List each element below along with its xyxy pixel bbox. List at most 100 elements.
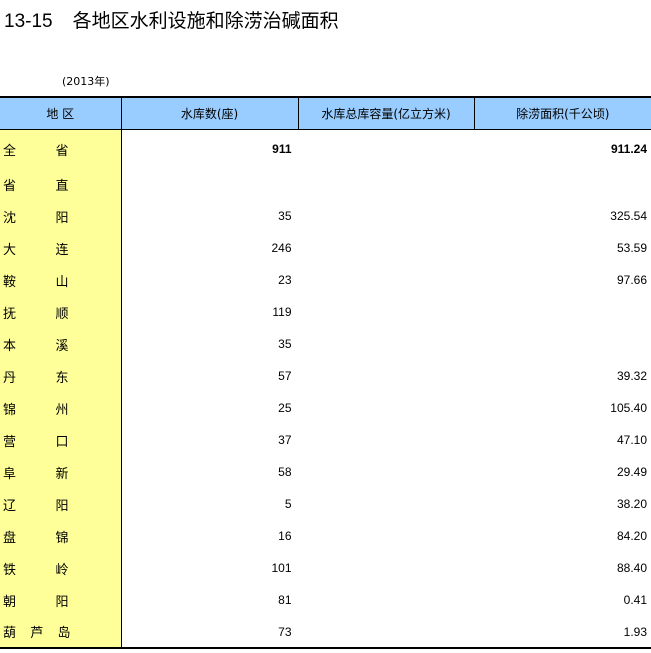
region-label: 锦州 <box>0 399 121 418</box>
capacity-cell <box>298 200 475 232</box>
table-row: 朝阳 81 0.41 <box>0 584 651 616</box>
region-char: 岭 <box>55 562 69 578</box>
region-cell: 全省 <box>0 129 122 168</box>
region-label: 盘锦 <box>0 527 121 546</box>
capacity-cell <box>298 520 475 552</box>
region-label: 丹东 <box>0 367 121 386</box>
drainage-cell: 47.10 <box>616 433 647 447</box>
capacity-cell <box>298 552 475 584</box>
region-label: 营口 <box>0 431 121 450</box>
table-row: 葫芦岛 73 1.93 <box>0 616 651 649</box>
reservoirs-cell: 37 <box>121 424 299 456</box>
capacity-cell <box>298 264 475 296</box>
region-label: 抚顺 <box>0 303 121 322</box>
reservoirs-cell: 25 <box>121 392 299 424</box>
table-body: 全省 911 911.24 省直沈阳 35 325.54 大连 246 53.59 鞍山 23 97.… <box>0 129 651 649</box>
region-char: 溪 <box>55 338 69 354</box>
region-char: 东 <box>55 370 69 386</box>
region-char: 阜 <box>3 466 17 482</box>
region-char: 本 <box>3 338 17 354</box>
region-char: 辽 <box>3 498 17 514</box>
reservoirs-cell: 119 <box>121 296 299 328</box>
region-label: 葫芦岛 <box>0 622 121 641</box>
region-cell: 大连 <box>0 232 122 264</box>
region-char: 阳 <box>55 498 69 514</box>
capacity-cell <box>298 424 475 456</box>
reservoirs-cell: 5 <box>121 488 299 520</box>
region-label: 全省 <box>0 140 121 159</box>
reservoirs-cell: 911 <box>121 129 299 168</box>
drainage-cell: 84.20 <box>616 529 647 543</box>
drainage-cell: 39.32 <box>616 369 647 383</box>
drainage-cell: 88.40 <box>616 561 647 575</box>
drainage-cell: 97.66 <box>616 273 647 287</box>
region-cell: 锦州 <box>0 392 122 424</box>
capacity-cell <box>298 296 475 328</box>
region-char: 口 <box>55 434 69 450</box>
capacity-cell <box>298 616 475 649</box>
drainage-cell: 325.54 <box>610 209 647 223</box>
region-char: 新 <box>55 466 69 482</box>
table-row: 丹东 57 39.32 <box>0 360 651 392</box>
drainage-cell <box>474 328 651 360</box>
region-char: 岛 <box>57 626 71 641</box>
region-cell: 阜新 <box>0 456 122 488</box>
region-label: 本溪 <box>0 335 121 354</box>
reservoirs-cell: 101 <box>121 552 299 584</box>
reservoirs-cell: 246 <box>121 232 299 264</box>
table-row: 辽阳 5 38.20 <box>0 488 651 520</box>
region-cell: 营口 <box>0 424 122 456</box>
region-char: 铁 <box>3 562 17 578</box>
drainage-cell: 38.20 <box>616 497 647 511</box>
region-cell: 葫芦岛 <box>0 616 122 649</box>
region-char: 阳 <box>55 210 69 226</box>
region-cell: 辽阳 <box>0 488 122 520</box>
region-char: 直 <box>55 178 69 194</box>
region-char: 营 <box>3 434 17 450</box>
reservoirs-cell: 35 <box>121 328 299 360</box>
capacity-cell <box>298 129 475 168</box>
region-label: 朝阳 <box>0 591 121 610</box>
region-cell: 朝阳 <box>0 584 122 616</box>
region-cell: 省直 <box>0 168 122 200</box>
reservoirs-cell: 16 <box>121 520 299 552</box>
region-char: 抚 <box>3 306 17 322</box>
region-char: 丹 <box>3 370 17 386</box>
table-row: 沈阳 35 325.54 <box>0 200 651 232</box>
region-cell: 抚顺 <box>0 296 122 328</box>
drainage-cell: 53.59 <box>616 241 647 255</box>
capacity-cell <box>298 584 475 616</box>
capacity-cell <box>298 232 475 264</box>
table-row: 鞍山 23 97.66 <box>0 264 651 296</box>
reservoirs-cell: 57 <box>121 360 299 392</box>
region-char: 州 <box>55 402 69 418</box>
region-char: 芦 <box>30 626 44 641</box>
region-char: 鞍 <box>3 274 17 290</box>
region-label: 辽阳 <box>0 495 121 514</box>
region-char: 连 <box>55 242 69 258</box>
table-row: 锦州 25 105.40 <box>0 392 651 424</box>
table-title: 各地区水利设施和除涝治碱面积 <box>72 10 339 32</box>
page-title: 13-15 各地区水利设施和除涝治碱面积 <box>4 6 339 33</box>
reservoirs-cell: 35 <box>121 200 299 232</box>
capacity-cell <box>298 328 475 360</box>
region-char: 阳 <box>55 594 69 610</box>
reservoirs-cell: 23 <box>121 264 299 296</box>
reservoirs-cell: 73 <box>121 616 299 649</box>
table-row: 铁 岭 101 88.40 <box>0 552 651 584</box>
year-note: (2013年) <box>62 75 110 88</box>
region-char: 省 <box>55 143 69 159</box>
table-row: 营口 37 47.10 <box>0 424 651 456</box>
drainage-cell: 29.49 <box>616 465 647 479</box>
table-row: 盘锦 16 84.20 <box>0 520 651 552</box>
region-char: 锦 <box>3 402 17 418</box>
reservoirs-cell <box>121 168 299 200</box>
region-label: 鞍山 <box>0 271 121 290</box>
table-row: 省直 <box>0 168 651 200</box>
region-cell: 盘锦 <box>0 520 122 552</box>
header-capacity: 水库总库容量(亿立方米) <box>297 96 475 130</box>
table-row: 全省 911 911.24 <box>0 129 651 168</box>
reservoirs-cell: 58 <box>121 456 299 488</box>
region-label: 沈阳 <box>0 207 121 226</box>
table-number: 13-15 <box>4 11 53 32</box>
